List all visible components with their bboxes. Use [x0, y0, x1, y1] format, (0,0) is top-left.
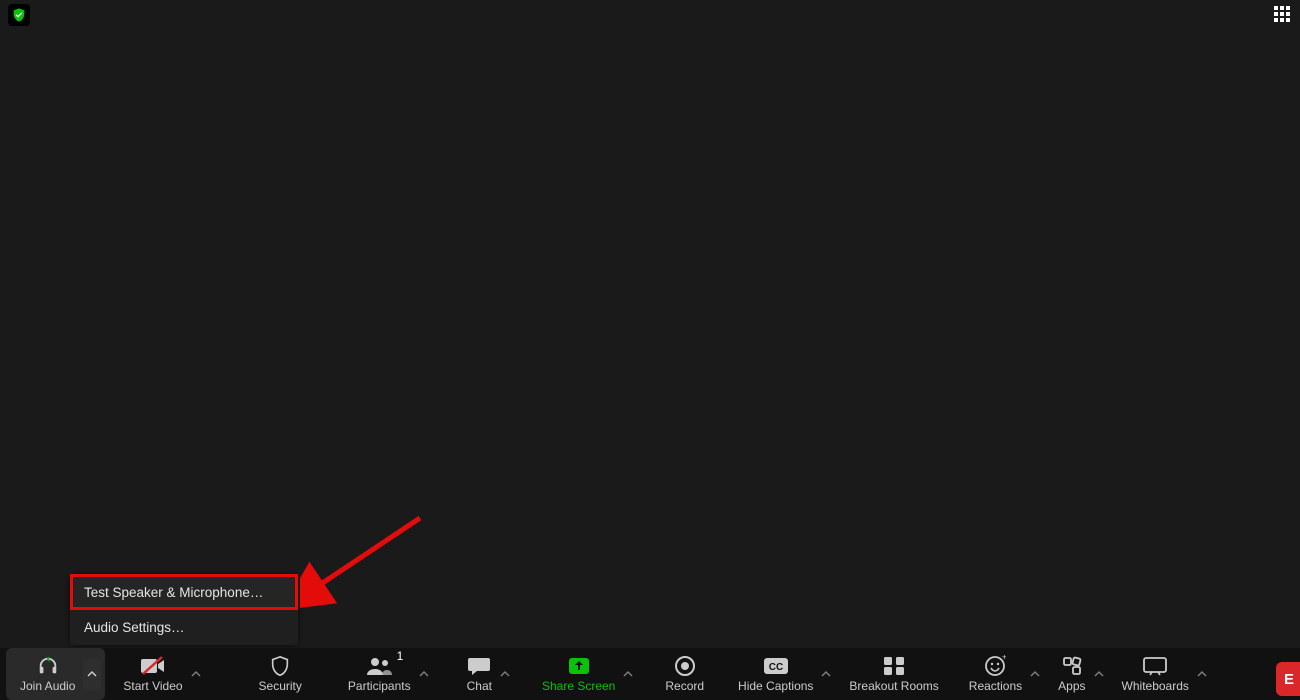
end-label: E [1284, 671, 1294, 688]
shield-check-icon [11, 7, 27, 23]
whiteboards-label: Whiteboards [1122, 679, 1189, 693]
reactions-button[interactable]: + Reactions [959, 648, 1032, 700]
menu-item-audio-settings[interactable]: Audio Settings… [70, 610, 298, 645]
breakout-rooms-label: Breakout Rooms [849, 679, 938, 693]
participants-count: 1 [397, 649, 404, 663]
apps-caret[interactable] [1092, 667, 1106, 681]
end-meeting-button[interactable]: E [1276, 662, 1300, 696]
security-label: Security [259, 679, 302, 693]
chat-label: Chat [467, 679, 492, 693]
whiteboards-caret[interactable] [1195, 667, 1209, 681]
record-icon [674, 655, 696, 677]
join-audio-label: Join Audio [20, 679, 75, 693]
apps-label: Apps [1058, 679, 1085, 693]
svg-text:CC: CC [769, 662, 783, 673]
audio-options-menu: Test Speaker & Microphone… Audio Setting… [70, 575, 298, 645]
start-video-caret[interactable] [189, 667, 203, 681]
start-video-button[interactable]: Start Video [113, 648, 192, 700]
reactions-label: Reactions [969, 679, 1022, 693]
whiteboards-button[interactable]: Whiteboards [1112, 648, 1199, 700]
share-screen-caret[interactable] [621, 667, 635, 681]
join-audio-button[interactable]: Join Audio [10, 648, 85, 700]
hide-captions-label: Hide Captions [738, 679, 813, 693]
security-button[interactable]: Security [249, 648, 312, 700]
view-grid-button[interactable] [1272, 4, 1296, 28]
participants-label: Participants [348, 679, 411, 693]
whiteboard-icon [1142, 655, 1168, 677]
record-button[interactable]: Record [655, 648, 714, 700]
breakout-rooms-button[interactable]: Breakout Rooms [839, 648, 948, 700]
record-label: Record [665, 679, 704, 693]
apps-icon [1061, 655, 1083, 677]
captions-icon: CC [763, 655, 789, 677]
svg-text:+: + [1002, 655, 1006, 662]
participants-button[interactable]: 1 Participants [338, 648, 421, 700]
chat-icon [467, 655, 491, 677]
reactions-icon: + [984, 655, 1006, 677]
participants-icon: 1 [365, 655, 393, 677]
join-audio-caret[interactable] [83, 658, 101, 690]
video-off-icon [140, 655, 166, 677]
share-screen-icon [567, 655, 591, 677]
meeting-toolbar: Join Audio Start Video Security 1 Partic… [0, 648, 1300, 700]
reactions-caret[interactable] [1028, 667, 1042, 681]
meeting-info-shield[interactable] [8, 4, 30, 26]
apps-button[interactable]: Apps [1048, 648, 1095, 700]
participants-caret[interactable] [417, 667, 431, 681]
headphones-icon [35, 655, 61, 677]
breakout-rooms-icon [883, 655, 905, 677]
chat-button[interactable]: Chat [457, 648, 502, 700]
start-video-label: Start Video [123, 679, 182, 693]
captions-caret[interactable] [819, 667, 833, 681]
hide-captions-button[interactable]: CC Hide Captions [728, 648, 823, 700]
shield-icon [269, 655, 291, 677]
chat-caret[interactable] [498, 667, 512, 681]
menu-item-test-speaker-mic[interactable]: Test Speaker & Microphone… [70, 575, 298, 610]
share-screen-button[interactable]: Share Screen [532, 648, 625, 700]
share-screen-label: Share Screen [542, 679, 615, 693]
annotation-arrow [300, 508, 440, 608]
